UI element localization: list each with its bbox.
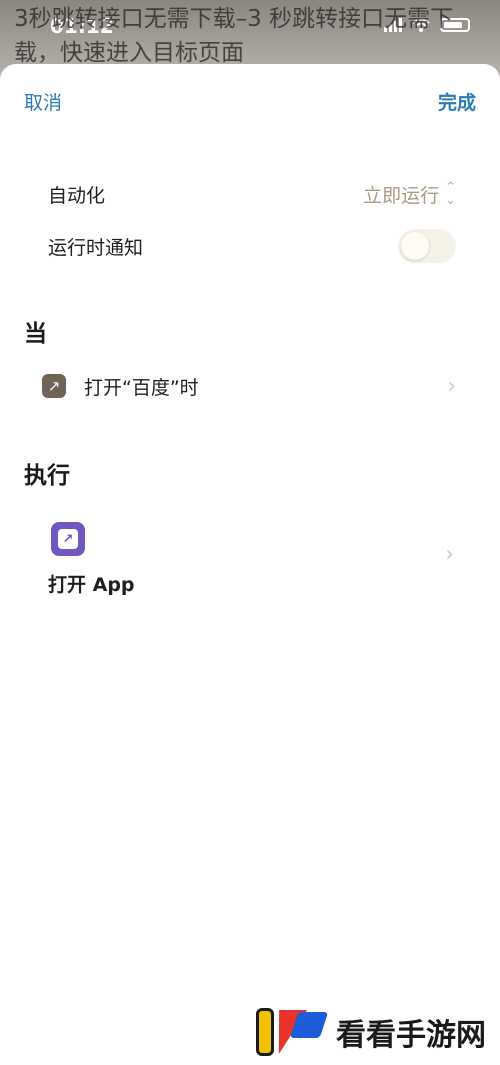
toggle-knob — [401, 232, 429, 260]
automation-mode-row[interactable]: 自动化 立即运行 ⌃ ⌄ — [48, 176, 456, 212]
run-notification-toggle[interactable] — [398, 229, 456, 263]
run-notification-label: 运行时通知 — [48, 236, 144, 259]
up-down-chevron-icon: ⌃ ⌄ — [445, 180, 456, 208]
trigger-row[interactable]: ↗ 打开“百度”时 › — [42, 372, 456, 400]
trigger-label: 打开“百度”时 — [84, 376, 199, 399]
automation-sheet: 取消 完成 自动化 立即运行 ⌃ ⌄ 运行时通知 当 ↗ 打开“百度”时 › 执行… — [0, 64, 500, 1065]
watermark-text: 看看手游网 — [336, 1018, 486, 1053]
arrow-up-right-icon: ↗ — [42, 374, 66, 398]
watermark: 看看手游网 — [254, 1006, 486, 1058]
automation-mode-value: 立即运行 — [363, 184, 440, 207]
do-section-title: 执行 — [24, 463, 70, 489]
done-button[interactable]: 完成 — [438, 88, 476, 115]
cancel-button[interactable]: 取消 — [24, 88, 62, 115]
chevron-right-icon: › — [447, 373, 456, 399]
when-section-title: 当 — [24, 321, 47, 347]
automation-mode-select[interactable]: 立即运行 ⌃ ⌄ — [363, 181, 456, 208]
overlay-title: 3秒跳转接口无需下载–3 秒跳转接口无需下载，快速进入目标页面 — [14, 6, 454, 66]
run-notification-row: 运行时通知 — [48, 228, 456, 264]
watermark-logo-icon — [254, 1006, 329, 1058]
action-chevron-icon[interactable]: › — [445, 542, 454, 567]
action-label[interactable]: 打开 App — [48, 570, 135, 597]
automation-label: 自动化 — [48, 184, 106, 207]
app-arrow-icon[interactable]: ↗ — [51, 522, 85, 556]
